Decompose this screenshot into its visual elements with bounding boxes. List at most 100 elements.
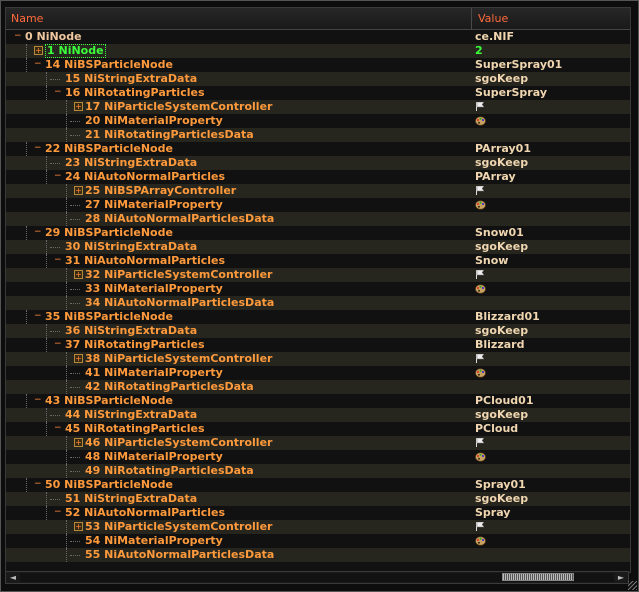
scroll-left-arrow-icon[interactable]: ◄ bbox=[7, 572, 19, 583]
tree-row[interactable]: 55 NiAutoNormalParticlesData bbox=[6, 548, 630, 562]
tree-row-name-cell: −0 NiNode bbox=[6, 30, 472, 44]
tree-row[interactable]: −52 NiAutoNormalParticles Spray bbox=[6, 506, 630, 520]
tree-row[interactable]: +46 NiParticleSystemController bbox=[6, 436, 630, 450]
tree-row[interactable]: −29 NiBSParticleNode Snow01 bbox=[6, 226, 630, 240]
collapse-icon[interactable]: − bbox=[54, 340, 62, 349]
tree-row-value bbox=[475, 282, 625, 296]
tree-row-name-cell: −35 NiBSParticleNode bbox=[6, 310, 472, 324]
column-header-value[interactable]: Value bbox=[473, 8, 630, 29]
material-palette-icon bbox=[475, 368, 486, 378]
tree-row-name-cell: 41 NiMaterialProperty bbox=[6, 366, 472, 380]
tree-row-value bbox=[475, 268, 625, 282]
tree-row-value: PCloud bbox=[475, 422, 519, 435]
tree-row[interactable]: 54 NiMaterialProperty bbox=[6, 534, 630, 548]
scroll-right-arrow-icon[interactable]: ► bbox=[615, 572, 627, 583]
expand-icon[interactable]: + bbox=[74, 354, 83, 363]
tree-row-label: 55 NiAutoNormalParticlesData bbox=[85, 548, 275, 561]
tree-row[interactable]: −24 NiAutoNormalParticles PArray bbox=[6, 170, 630, 184]
tree-row-label: 37 NiRotatingParticles bbox=[65, 338, 205, 351]
collapse-icon[interactable]: − bbox=[34, 228, 42, 237]
tree-row-value bbox=[475, 520, 625, 534]
tree-row[interactable]: −31 NiAutoNormalParticles Snow bbox=[6, 254, 630, 268]
collapse-icon[interactable]: − bbox=[54, 424, 62, 433]
tree-row[interactable]: 36 NiStringExtraData sgoKeep bbox=[6, 324, 630, 338]
tree-row-value: sgoKeep bbox=[475, 72, 529, 85]
tree-row[interactable]: 21 NiRotatingParticlesData bbox=[6, 128, 630, 142]
tree-row[interactable]: −16 NiRotatingParticles SuperSpray bbox=[6, 86, 630, 100]
tree-row[interactable]: 34 NiAutoNormalParticlesData bbox=[6, 296, 630, 310]
tree-connector bbox=[70, 387, 80, 388]
tree-row-label: 48 NiMaterialProperty bbox=[85, 450, 223, 463]
tree-row[interactable]: +53 NiParticleSystemController bbox=[6, 520, 630, 534]
tree-row[interactable]: 33 NiMaterialProperty bbox=[6, 282, 630, 296]
tree-row[interactable]: 15 NiStringExtraData sgoKeep bbox=[6, 72, 630, 86]
tree-row[interactable]: +25 NiBSPArrayController bbox=[6, 184, 630, 198]
tree-guide-line bbox=[66, 436, 67, 450]
tree-row-name-cell: 54 NiMaterialProperty bbox=[6, 534, 472, 548]
expand-icon[interactable]: + bbox=[74, 102, 83, 111]
controller-flag-icon bbox=[476, 354, 485, 363]
collapse-icon[interactable]: − bbox=[14, 32, 22, 41]
collapse-icon[interactable]: − bbox=[54, 256, 62, 265]
tree-row[interactable]: 27 NiMaterialProperty bbox=[6, 198, 630, 212]
column-header-name[interactable]: Name bbox=[6, 8, 472, 29]
tree-row-value bbox=[475, 212, 625, 226]
tree-connector bbox=[70, 289, 80, 290]
tree-row-value bbox=[475, 548, 625, 562]
tree-row[interactable]: −0 NiNode ce.NIF bbox=[6, 30, 630, 44]
tree-row[interactable]: +38 NiParticleSystemController bbox=[6, 352, 630, 366]
tree-connector bbox=[70, 303, 80, 304]
tree-row[interactable]: 28 NiAutoNormalParticlesData bbox=[6, 212, 630, 226]
tree-row[interactable]: +17 NiParticleSystemController bbox=[6, 100, 630, 114]
tree-connector bbox=[50, 163, 60, 164]
expand-icon[interactable]: + bbox=[74, 270, 83, 279]
tree-row-name-cell: −43 NiBSParticleNode bbox=[6, 394, 472, 408]
tree-row[interactable]: 23 NiStringExtraData sgoKeep bbox=[6, 156, 630, 170]
tree-row[interactable]: 41 NiMaterialProperty bbox=[6, 366, 630, 380]
tree-row-value: Spray bbox=[475, 506, 511, 519]
tree-row[interactable]: −14 NiBSParticleNode SuperSpray01 bbox=[6, 58, 630, 72]
tree-row[interactable]: −45 NiRotatingParticles PCloud bbox=[6, 422, 630, 436]
tree-row[interactable]: −43 NiBSParticleNode PCloud01 bbox=[6, 394, 630, 408]
tree-row[interactable]: 49 NiRotatingParticlesData bbox=[6, 464, 630, 478]
tree-row[interactable]: +1 NiNode 2 bbox=[6, 44, 630, 58]
tree-row-label: 21 NiRotatingParticlesData bbox=[85, 128, 254, 141]
expand-icon[interactable]: + bbox=[34, 46, 43, 55]
collapse-icon[interactable]: − bbox=[34, 312, 42, 321]
tree-row[interactable]: −35 NiBSParticleNode Blizzard01 bbox=[6, 310, 630, 324]
collapse-icon[interactable]: − bbox=[54, 508, 62, 517]
collapse-icon[interactable]: − bbox=[54, 172, 62, 181]
scrollbar-thumb[interactable] bbox=[502, 573, 574, 581]
collapse-icon[interactable]: − bbox=[34, 480, 42, 489]
tree-row[interactable]: +32 NiParticleSystemController bbox=[6, 268, 630, 282]
collapse-icon[interactable]: − bbox=[34, 396, 42, 405]
tree-row-name-cell: −24 NiAutoNormalParticles bbox=[6, 170, 472, 184]
tree-row[interactable]: 20 NiMaterialProperty bbox=[6, 114, 630, 128]
horizontal-scrollbar[interactable]: ◄ ► bbox=[5, 571, 629, 584]
tree-row[interactable]: 44 NiStringExtraData sgoKeep bbox=[6, 408, 630, 422]
tree-row-value: Blizzard01 bbox=[475, 310, 540, 323]
tree-row[interactable]: 30 NiStringExtraData sgoKeep bbox=[6, 240, 630, 254]
tree-guide-line bbox=[46, 408, 47, 422]
tree-guide-line bbox=[66, 464, 67, 478]
collapse-icon[interactable]: − bbox=[54, 88, 62, 97]
tree-row[interactable]: 42 NiRotatingParticlesData bbox=[6, 380, 630, 394]
tree-row[interactable]: −22 NiBSParticleNode PArray01 bbox=[6, 142, 630, 156]
resize-grip-icon[interactable] bbox=[628, 581, 637, 590]
tree-row[interactable]: −37 NiRotatingParticles Blizzard bbox=[6, 338, 630, 352]
expand-icon[interactable]: + bbox=[74, 438, 83, 447]
expand-icon[interactable]: + bbox=[74, 522, 83, 531]
controller-flag-icon bbox=[476, 438, 485, 447]
material-palette-icon bbox=[475, 452, 486, 462]
tree-row[interactable]: −50 NiBSParticleNode Spray01 bbox=[6, 478, 630, 492]
collapse-icon[interactable]: − bbox=[34, 60, 42, 69]
collapse-icon[interactable]: − bbox=[34, 144, 42, 153]
tree-row-name-cell: 23 NiStringExtraData bbox=[6, 156, 472, 170]
tree-row-label: 16 NiRotatingParticles bbox=[65, 86, 205, 99]
expand-icon[interactable]: + bbox=[74, 186, 83, 195]
tree-row[interactable]: 51 NiStringExtraData sgoKeep bbox=[6, 492, 630, 506]
tree-view: Name Value −0 NiNode ce.NIF +1 NiNode 2−14 … bbox=[5, 7, 631, 573]
tree-guide-line bbox=[26, 394, 27, 408]
tree-row-value bbox=[475, 114, 625, 128]
tree-row[interactable]: 48 NiMaterialProperty bbox=[6, 450, 630, 464]
